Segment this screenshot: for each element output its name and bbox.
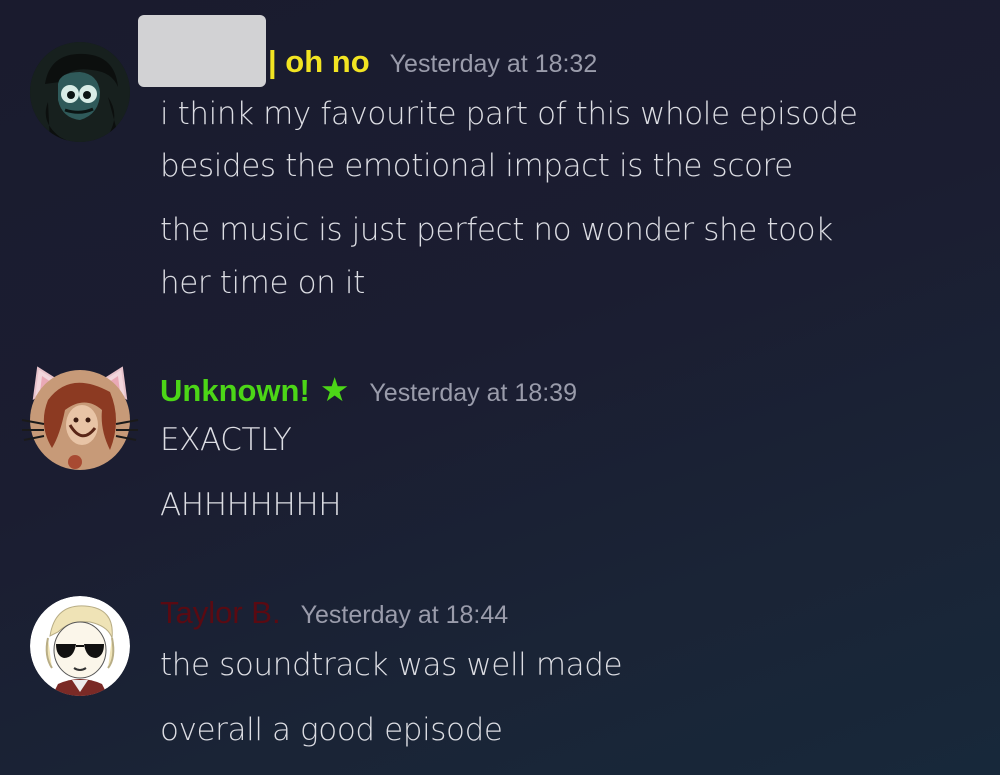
user-avatar-unknown[interactable] bbox=[21, 366, 139, 470]
message-text: the music is just perfect no wonder she … bbox=[160, 212, 833, 248]
message-text: i think my favourite part of this whole … bbox=[160, 96, 858, 132]
redacted-name-block bbox=[138, 15, 266, 87]
user-avatar-taylor[interactable] bbox=[30, 596, 130, 696]
timestamp: Yesterday at 18:32 bbox=[389, 50, 598, 78]
message-header: | oh no Yesterday at 18:32 bbox=[268, 44, 597, 80]
message-text: overall a good episode bbox=[160, 712, 503, 748]
timestamp: Yesterday at 18:44 bbox=[300, 601, 509, 629]
message-header: Unknown! ★ Yesterday at 18:39 bbox=[160, 370, 577, 409]
message-text: besides the emotional impact is the scor… bbox=[160, 148, 793, 184]
message-header: Taylor B. Yesterday at 18:44 bbox=[160, 595, 508, 631]
message-text: her time on it bbox=[160, 265, 365, 301]
user-avatar-oh-no[interactable] bbox=[30, 42, 130, 142]
message-text: AHHHHHHH bbox=[160, 487, 342, 523]
username[interactable]: Taylor B. bbox=[160, 595, 281, 631]
username[interactable]: Unknown! bbox=[160, 373, 310, 409]
star-icon: ★ bbox=[319, 370, 350, 409]
message-text: the soundtrack was well made bbox=[160, 647, 623, 683]
timestamp: Yesterday at 18:39 bbox=[369, 379, 577, 407]
username[interactable]: | oh no bbox=[268, 44, 370, 80]
message-text: EXACTLY bbox=[160, 422, 292, 458]
